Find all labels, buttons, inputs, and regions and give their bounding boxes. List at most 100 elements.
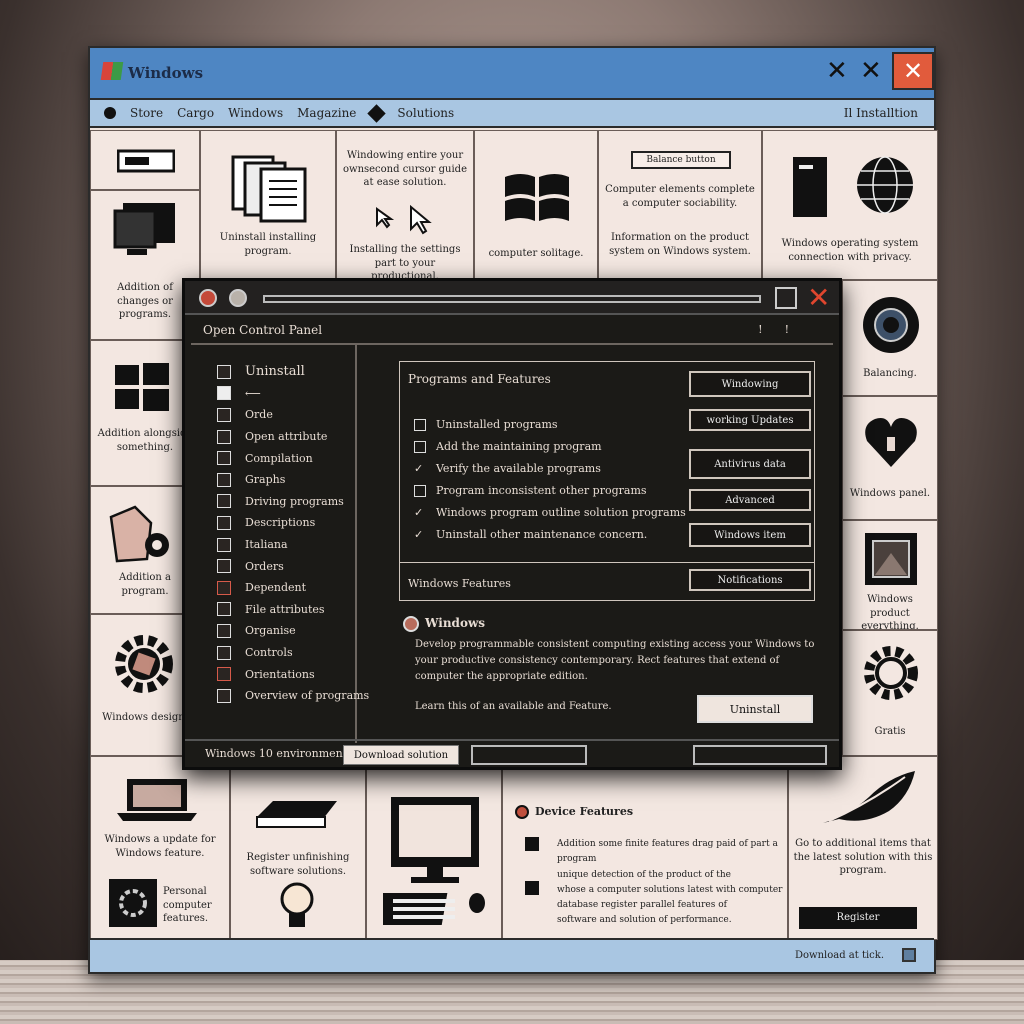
- close-icon[interactable]: ✕: [892, 52, 934, 90]
- list-item[interactable]: Open attribute: [217, 426, 347, 448]
- windows-radio[interactable]: [403, 616, 419, 632]
- checkbox[interactable]: [414, 418, 426, 431]
- learn-link[interactable]: Learn this of an available and Feature.: [415, 701, 612, 712]
- list-label: Descriptions: [245, 516, 316, 530]
- tile-feature-update[interactable]: Windows a update for Windows feature. Pe…: [90, 756, 230, 940]
- tile-additional-items[interactable]: Go to additional items that the latest s…: [788, 756, 938, 940]
- menu-item-windows[interactable]: Windows: [228, 106, 283, 120]
- list-item[interactable]: Orders: [217, 555, 347, 577]
- checkbox[interactable]: [217, 429, 231, 444]
- program-row[interactable]: ✓ Windows program outline solution progra…: [414, 506, 686, 519]
- globe-icon[interactable]: [229, 289, 247, 307]
- address-field[interactable]: [263, 295, 761, 303]
- tile-windows-panel[interactable]: Windows panel.: [842, 396, 938, 520]
- features-title: Windows Features: [408, 577, 511, 590]
- tile-gratis[interactable]: Gratis: [842, 630, 938, 756]
- program-row[interactable]: Uninstalled programs: [414, 418, 558, 431]
- close-icon[interactable]: ✕: [807, 281, 830, 314]
- checkbox[interactable]: [217, 667, 231, 682]
- notifications-button[interactable]: Notifications: [689, 569, 811, 591]
- device-line: whose a computer solutions latest with c…: [557, 884, 783, 895]
- list-item[interactable]: ⟵: [217, 383, 347, 405]
- tile-computer-solitage[interactable]: computer solitage.: [474, 130, 598, 280]
- tile-device-features[interactable]: Device Features Addition some finite fea…: [502, 756, 788, 940]
- list-item[interactable]: Uninstall: [217, 361, 347, 383]
- checkbox[interactable]: [217, 364, 231, 379]
- list-item[interactable]: Graphs: [217, 469, 347, 491]
- updates-button[interactable]: working Updates: [689, 409, 811, 431]
- list-item[interactable]: Dependent: [217, 577, 347, 599]
- checkbox[interactable]: [217, 580, 231, 595]
- windows-item-button[interactable]: Windows item: [689, 523, 811, 547]
- record-icon[interactable]: [199, 289, 217, 307]
- advanced-button[interactable]: Advanced: [689, 489, 811, 511]
- checkbox[interactable]: [217, 688, 231, 703]
- checkbox[interactable]: [217, 645, 231, 660]
- list-item[interactable]: Orientations: [217, 663, 347, 685]
- device-features-text: Addition some finite features drag paid …: [557, 837, 783, 929]
- program-row[interactable]: ✓ Uninstall other maintenance concern.: [414, 528, 647, 541]
- tile-balance-text: Computer elements complete a computer so…: [605, 184, 755, 209]
- tile-privacy[interactable]: Windows operating system connection with…: [762, 130, 938, 280]
- tile-computer-setup[interactable]: [366, 756, 502, 940]
- windowing-button[interactable]: Windowing: [689, 371, 811, 397]
- program-row[interactable]: Add the maintaining program: [414, 440, 602, 453]
- tile-uninstall[interactable]: Uninstall installing program.: [200, 130, 336, 280]
- tile-balance-caption: Information on the product system on Win…: [609, 232, 751, 257]
- tile-drive[interactable]: [90, 130, 200, 190]
- checkbox[interactable]: [217, 559, 231, 574]
- heart-icon: [865, 418, 917, 467]
- checkbox[interactable]: [217, 537, 231, 552]
- menu-item-solutions[interactable]: Solutions: [397, 106, 454, 120]
- maximize-icon[interactable]: [775, 287, 797, 309]
- menu-item-store[interactable]: Store: [130, 106, 163, 120]
- list-item[interactable]: Italiana: [217, 534, 347, 556]
- status-grid-icon: [902, 948, 916, 962]
- footer-field[interactable]: [471, 745, 587, 765]
- lightbulb-icon: [280, 882, 314, 927]
- windows-logo-icon: [100, 62, 124, 80]
- checkbox[interactable]: [217, 515, 231, 530]
- list-item[interactable]: Orde: [217, 404, 347, 426]
- list-item[interactable]: Overview of programs: [217, 685, 369, 707]
- register-button[interactable]: Register: [799, 907, 917, 929]
- list-item[interactable]: Driving programs: [217, 491, 347, 513]
- tile-balance[interactable]: Balance button Computer elements complet…: [598, 130, 762, 280]
- minimize-icon[interactable]: ✕: [826, 56, 848, 86]
- footer-field[interactable]: [693, 745, 827, 765]
- list-item[interactable]: Descriptions: [217, 512, 347, 534]
- checkbox[interactable]: [217, 386, 231, 401]
- program-row[interactable]: Program inconsistent other programs: [414, 484, 647, 497]
- folder-gear-icon: [109, 505, 169, 563]
- checkbox[interactable]: [217, 451, 231, 466]
- footer-label: Windows 10 environments: [205, 747, 353, 760]
- menu-installation[interactable]: Il Installtion: [844, 106, 918, 120]
- menu-item-magazine[interactable]: Magazine: [297, 106, 356, 120]
- checkbox[interactable]: [217, 407, 231, 422]
- laptop-icon: [117, 779, 197, 821]
- tile-balancing[interactable]: Balancing.: [842, 280, 938, 396]
- list-item[interactable]: File attributes: [217, 599, 347, 621]
- menu-bar: Store Cargo Windows Magazine Solutions I…: [90, 100, 934, 128]
- antivirus-button[interactable]: Antivirus data: [689, 449, 811, 479]
- tile-register-software[interactable]: Register unfinishing software solutions.: [230, 756, 366, 940]
- check-mark-icon: ✓: [414, 462, 424, 475]
- list-item[interactable]: Compilation: [217, 447, 347, 469]
- list-item[interactable]: Organise: [217, 620, 347, 642]
- checkbox[interactable]: [217, 494, 231, 509]
- list-item[interactable]: Controls: [217, 642, 347, 664]
- maximize-icon[interactable]: ✕: [860, 56, 882, 86]
- balance-button[interactable]: Balance button: [631, 151, 731, 169]
- download-button[interactable]: Download solution: [343, 745, 459, 765]
- checkbox[interactable]: [414, 484, 426, 497]
- tile-product-everything[interactable]: Windows product everything.: [842, 520, 938, 630]
- uninstall-button[interactable]: Uninstall: [697, 695, 813, 723]
- checkbox[interactable]: [217, 602, 231, 617]
- checkbox[interactable]: [414, 440, 426, 453]
- tile-cursor-guide[interactable]: Windowing entire your ownsecond cursor g…: [336, 130, 474, 280]
- program-row[interactable]: ✓ Verify the available programs: [414, 462, 601, 475]
- menu-item-cargo[interactable]: Cargo: [177, 106, 214, 120]
- checkbox[interactable]: [217, 472, 231, 487]
- check-mark-icon: ✓: [414, 528, 424, 541]
- checkbox[interactable]: [217, 623, 231, 638]
